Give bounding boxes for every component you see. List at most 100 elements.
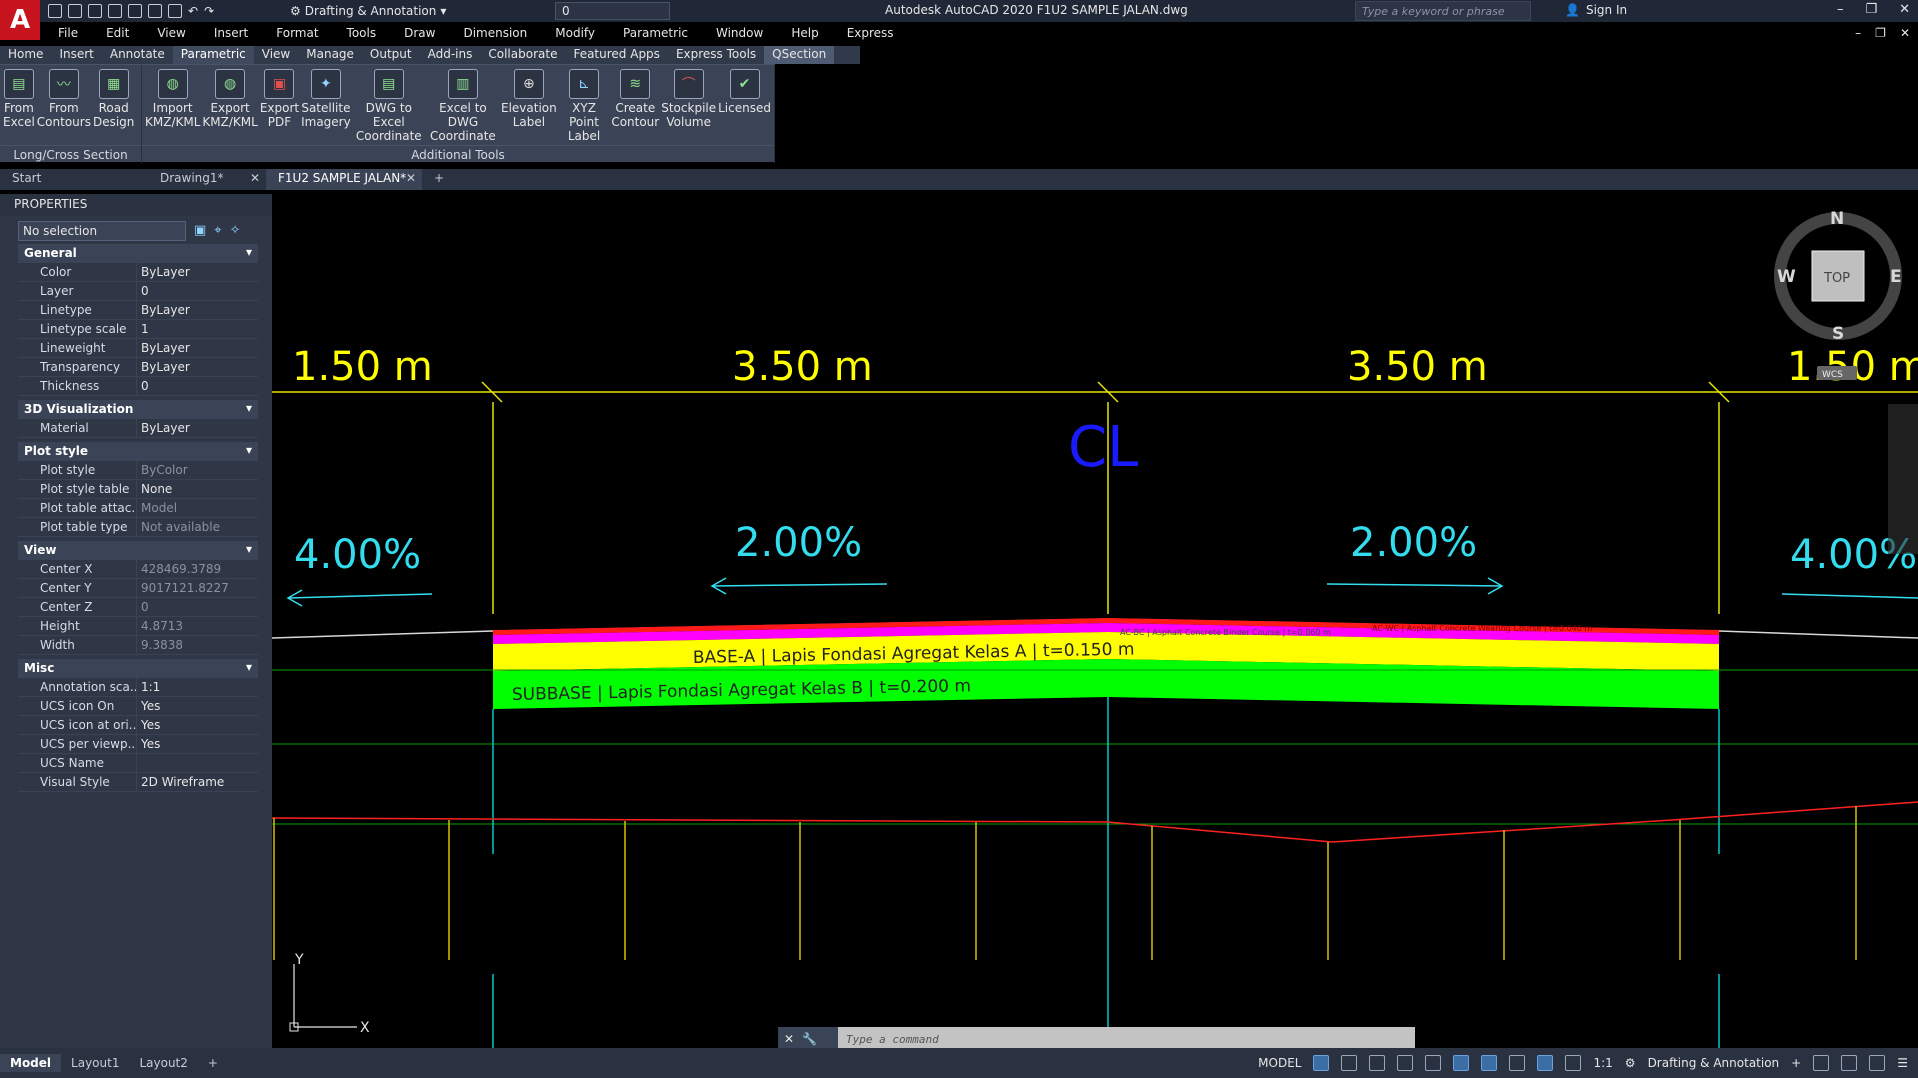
redo-icon[interactable]: ↷	[204, 4, 214, 18]
tab-output[interactable]: Output	[362, 46, 420, 64]
menu-item[interactable]: Express	[833, 26, 908, 44]
property-row[interactable]: Center Z 0	[18, 598, 258, 617]
application-menu-button[interactable]: A	[0, 0, 40, 40]
property-value[interactable]: 1:1	[136, 678, 258, 696]
layout-tab-layout2[interactable]: Layout2	[129, 1054, 197, 1072]
property-value[interactable]: ByColor	[136, 461, 258, 479]
property-row[interactable]: Center Y 9017121.8227	[18, 579, 258, 598]
property-value[interactable]: Model	[136, 499, 258, 517]
tab-featured-apps[interactable]: Featured Apps	[565, 46, 667, 64]
navigation-bar[interactable]	[1888, 404, 1918, 554]
property-group-title[interactable]: Misc	[18, 659, 258, 678]
property-value[interactable]: 9017121.8227	[136, 579, 258, 597]
add-layout-button[interactable]: +	[198, 1054, 228, 1072]
tab-view[interactable]: View	[254, 46, 298, 64]
property-group-title[interactable]: Plot style	[18, 442, 258, 461]
property-value[interactable]: 0	[136, 598, 258, 616]
tab-manage[interactable]: Manage	[298, 46, 362, 64]
selection-dropdown[interactable]: No selection	[18, 221, 186, 241]
property-row[interactable]: Plot table type Not available	[18, 518, 258, 537]
property-value[interactable]: Yes	[136, 735, 258, 753]
property-row[interactable]: Thickness 0	[18, 377, 258, 396]
property-row[interactable]: Transparency ByLayer	[18, 358, 258, 377]
tab-annotate[interactable]: Annotate	[102, 46, 173, 64]
property-row[interactable]: Visual Style 2D Wireframe	[18, 773, 258, 792]
isolate-objects-icon[interactable]	[1813, 1055, 1830, 1071]
model-space-toggle[interactable]: MODEL	[1258, 1056, 1301, 1070]
sign-in-button[interactable]: 👤 Sign In	[1565, 3, 1627, 17]
property-value[interactable]	[136, 754, 258, 772]
property-value[interactable]: ByLayer	[136, 419, 258, 437]
property-group-title[interactable]: 3D Visualization	[18, 400, 258, 419]
menu-item[interactable]: Window	[702, 26, 777, 44]
layout-tab-layout1[interactable]: Layout1	[61, 1054, 129, 1072]
quick-select-icon[interactable]: ✧	[230, 223, 241, 238]
menu-item[interactable]: Dimension	[449, 26, 541, 44]
drawing-canvas[interactable]: 1.50 m 3.50 m 3.50 m 1.50 m CL 4.00% 2.0…	[272, 194, 1918, 1048]
file-tab-f1u2[interactable]: F1U2 SAMPLE JALAN* ✕	[266, 169, 422, 190]
menu-item[interactable]: File	[44, 26, 92, 44]
file-tab-drawing1[interactable]: Drawing1* ✕	[148, 169, 266, 190]
object-snap-icon[interactable]	[1481, 1055, 1498, 1071]
layout-tab-model[interactable]: Model	[0, 1054, 62, 1072]
menu-item[interactable]: View	[143, 26, 199, 44]
doc-restore-icon[interactable]: ❐	[1875, 26, 1886, 40]
tab-express-tools[interactable]: Express Tools	[668, 46, 764, 64]
property-row[interactable]: Layer 0	[18, 282, 258, 301]
lineweight-icon[interactable]	[1509, 1055, 1526, 1071]
property-group-title[interactable]: General	[18, 244, 258, 263]
menu-item[interactable]: Modify	[541, 26, 609, 44]
property-row[interactable]: UCS icon On Yes	[18, 697, 258, 716]
layer-select[interactable]: 0	[555, 2, 670, 20]
property-row[interactable]: Plot style ByColor	[18, 461, 258, 480]
tab-parametric[interactable]: Parametric	[172, 46, 254, 64]
object-snap-tracking-icon[interactable]	[1453, 1055, 1470, 1071]
file-tab-start[interactable]: Start	[0, 169, 148, 190]
property-value[interactable]: 0	[136, 282, 258, 300]
doc-minimize-icon[interactable]: –	[1855, 26, 1861, 40]
menu-item[interactable]: Draw	[390, 26, 449, 44]
annotation-scale-value[interactable]: 1:1	[1593, 1056, 1612, 1070]
tab-qsection[interactable]: QSection	[764, 46, 835, 64]
restore-icon[interactable]: ❐	[1865, 2, 1877, 17]
property-value[interactable]: Not available	[136, 518, 258, 536]
menu-item[interactable]: Insert	[200, 26, 262, 44]
close-tab-icon[interactable]: ✕	[406, 171, 416, 185]
gear-icon[interactable]: ⚙	[1625, 1056, 1636, 1070]
property-value[interactable]: ByLayer	[136, 263, 258, 281]
new-file-icon[interactable]	[48, 4, 62, 18]
property-row[interactable]: UCS per viewp... Yes	[18, 735, 258, 754]
annotation-visibility-icon[interactable]	[1537, 1055, 1554, 1071]
command-input[interactable]: Type a command	[838, 1033, 1415, 1046]
close-command-icon[interactable]: ✕	[784, 1032, 794, 1046]
property-row[interactable]: Linetype ByLayer	[18, 301, 258, 320]
tab-home[interactable]: Home	[0, 46, 51, 64]
undo-icon[interactable]: ↶	[188, 4, 198, 18]
property-row[interactable]: Plot table attac... Model	[18, 499, 258, 518]
tab-add-ins[interactable]: Add-ins	[420, 46, 481, 64]
customization-menu-icon[interactable]: ☰	[1897, 1056, 1908, 1070]
grid-icon[interactable]	[1313, 1055, 1330, 1071]
property-value[interactable]: ByLayer	[136, 358, 258, 376]
workspace-select[interactable]: ⚙ Drafting & Annotation ▾	[290, 2, 466, 20]
property-group-title[interactable]: View	[18, 541, 258, 560]
property-row[interactable]: Plot style table None	[18, 480, 258, 499]
annotation-scale-icon[interactable]	[1565, 1055, 1582, 1071]
search-input[interactable]: Type a keyword or phrase	[1355, 1, 1531, 21]
isodraft-icon[interactable]	[1425, 1055, 1442, 1071]
property-row[interactable]: Material ByLayer	[18, 419, 258, 438]
property-value[interactable]: ByLayer	[136, 301, 258, 319]
property-row[interactable]: UCS Name	[18, 754, 258, 773]
property-value[interactable]: 0	[136, 377, 258, 395]
hardware-acceleration-icon[interactable]	[1841, 1055, 1858, 1071]
save-icon[interactable]	[88, 4, 102, 18]
property-value[interactable]: Yes	[136, 716, 258, 734]
property-row[interactable]: Height 4.8713	[18, 617, 258, 636]
doc-close-icon[interactable]: ✕	[1900, 26, 1910, 40]
property-value[interactable]: 2D Wireframe	[136, 773, 258, 791]
plot-icon[interactable]	[168, 4, 182, 18]
property-value[interactable]: 4.8713	[136, 617, 258, 635]
select-objects-icon[interactable]: ⌖	[214, 223, 221, 238]
customize-icon[interactable]: 🔧	[802, 1032, 817, 1046]
menu-item[interactable]: Edit	[92, 26, 143, 44]
